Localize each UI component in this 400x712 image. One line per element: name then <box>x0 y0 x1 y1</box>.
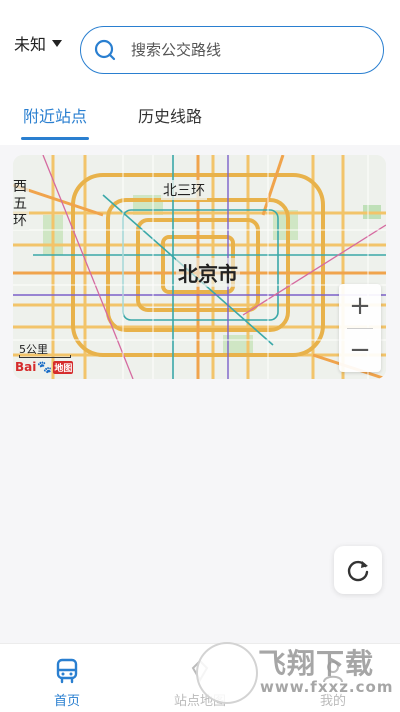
bottom-navigation: 首页 站点地图 我的 <box>0 643 400 712</box>
paw-icon: 🐾 <box>37 360 53 374</box>
logo-suffix: 地图 <box>53 360 74 374</box>
map-zoom-control: + − <box>339 284 381 372</box>
tab-label: 附近站点 <box>22 107 87 126</box>
nav-label: 我的 <box>319 694 346 709</box>
map-icon <box>191 659 209 682</box>
bus-icon <box>56 658 78 684</box>
nav-station-map[interactable]: 站点地图 <box>145 644 255 712</box>
map-scale-line <box>19 355 71 358</box>
tab-active-indicator <box>21 137 89 140</box>
tab-label: 历史线路 <box>137 107 202 126</box>
map-label-west-fifth-ring: 西五环 <box>13 179 29 230</box>
logo-text: Bai <box>15 360 37 374</box>
zoom-out-button[interactable]: − <box>339 328 381 372</box>
nav-label: 首页 <box>53 694 80 709</box>
nav-mine[interactable]: 我的 <box>278 644 388 712</box>
user-icon <box>323 661 343 683</box>
nav-home[interactable]: 首页 <box>12 644 122 712</box>
city-selector[interactable]: 未知 <box>14 30 63 56</box>
map-label-city: 北京市 <box>176 258 240 287</box>
search-input[interactable] <box>129 40 363 60</box>
tab-nearby-stations[interactable]: 附近站点 <box>20 95 90 143</box>
city-name: 未知 <box>14 35 47 54</box>
search-box[interactable] <box>80 26 384 74</box>
search-icon <box>94 39 116 61</box>
baidu-map-logo: Bai 🐾 地图 <box>15 360 74 374</box>
map-view[interactable]: 西五环 北三环 北京市 + − 5公里 Bai 🐾 地图 <box>13 155 386 379</box>
refresh-icon <box>347 560 369 582</box>
zoom-in-button[interactable]: + <box>339 284 381 328</box>
nav-label: 站点地图 <box>173 694 226 709</box>
map-label-north-third-ring: 北三环 <box>161 180 207 200</box>
chevron-down-icon <box>52 39 63 47</box>
refresh-button[interactable] <box>334 546 382 594</box>
tab-history-routes[interactable]: 历史线路 <box>135 95 205 143</box>
app-header: 未知 附近站点 历史线路 <box>0 0 400 145</box>
tab-bar: 附近站点 历史线路 <box>0 95 400 143</box>
